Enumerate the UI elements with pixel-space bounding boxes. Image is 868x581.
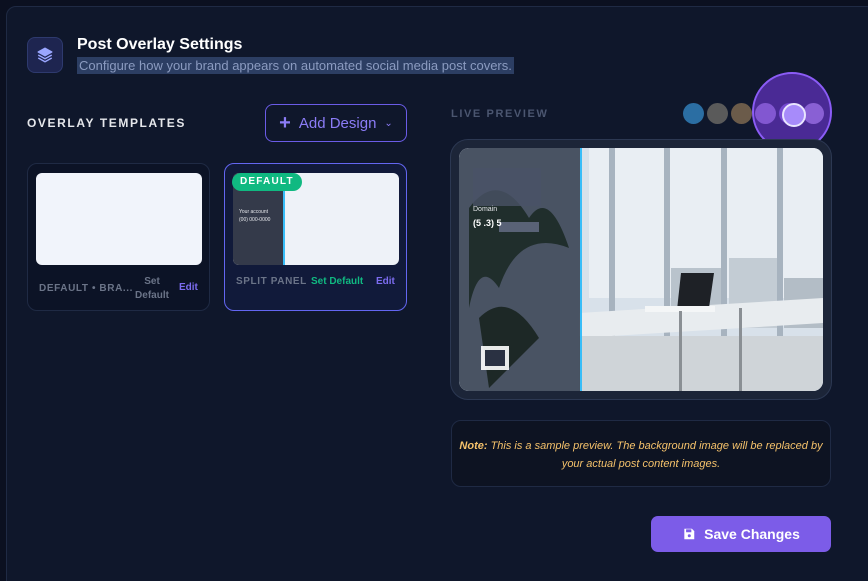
background-thumb[interactable] (683, 103, 704, 124)
background-thumb[interactable] (707, 103, 728, 124)
plus-icon: + (279, 112, 291, 134)
save-changes-button[interactable]: Save Changes (651, 516, 831, 552)
save-icon (684, 528, 695, 540)
add-design-label: Add Design (298, 114, 377, 132)
edit-button[interactable]: Edit (376, 276, 395, 287)
page-subtitle: Configure how your brand appears on auto… (77, 57, 514, 74)
live-preview-image: Domain (5 .3) 5 (459, 148, 823, 391)
template-thumbnail (36, 173, 202, 265)
edit-button[interactable]: Edit (179, 282, 198, 293)
preview-overlay-text: Domain (473, 206, 498, 213)
note-prefix: Note: (459, 440, 488, 452)
preview-overlay-phone: (5 .3) 5 (473, 218, 502, 228)
note-text: This is a sample preview. The background… (490, 440, 823, 470)
template-name: SPLIT PANEL (236, 276, 307, 287)
layers-icon (27, 37, 63, 73)
thumb-text: (00) 000-0000 (239, 217, 271, 223)
set-default-button[interactable]: Set Default (134, 275, 170, 303)
page-title: Post Overlay Settings (77, 36, 243, 53)
selected-background-thumb[interactable] (782, 103, 806, 127)
template-card-default-brand[interactable]: DEFAULT • BRA... Set Default Edit (27, 163, 210, 311)
thumb-text: Your account (239, 209, 269, 215)
set-default-button[interactable]: Set Default (311, 276, 363, 287)
save-changes-label: Save Changes (704, 526, 800, 542)
office-background (459, 148, 823, 391)
template-name: DEFAULT • BRA... (39, 283, 134, 294)
add-design-button[interactable]: + Add Design ⌄ (265, 104, 407, 142)
live-preview-label: LIVE PREVIEW (451, 108, 549, 120)
preview-note: Note: This is a sample preview. The back… (451, 420, 831, 487)
background-thumb[interactable] (731, 103, 752, 124)
overlay-templates-label: OVERLAY TEMPLATES (27, 116, 187, 130)
chevron-down-icon: ⌄ (384, 117, 393, 129)
default-badge: DEFAULT (232, 173, 302, 191)
